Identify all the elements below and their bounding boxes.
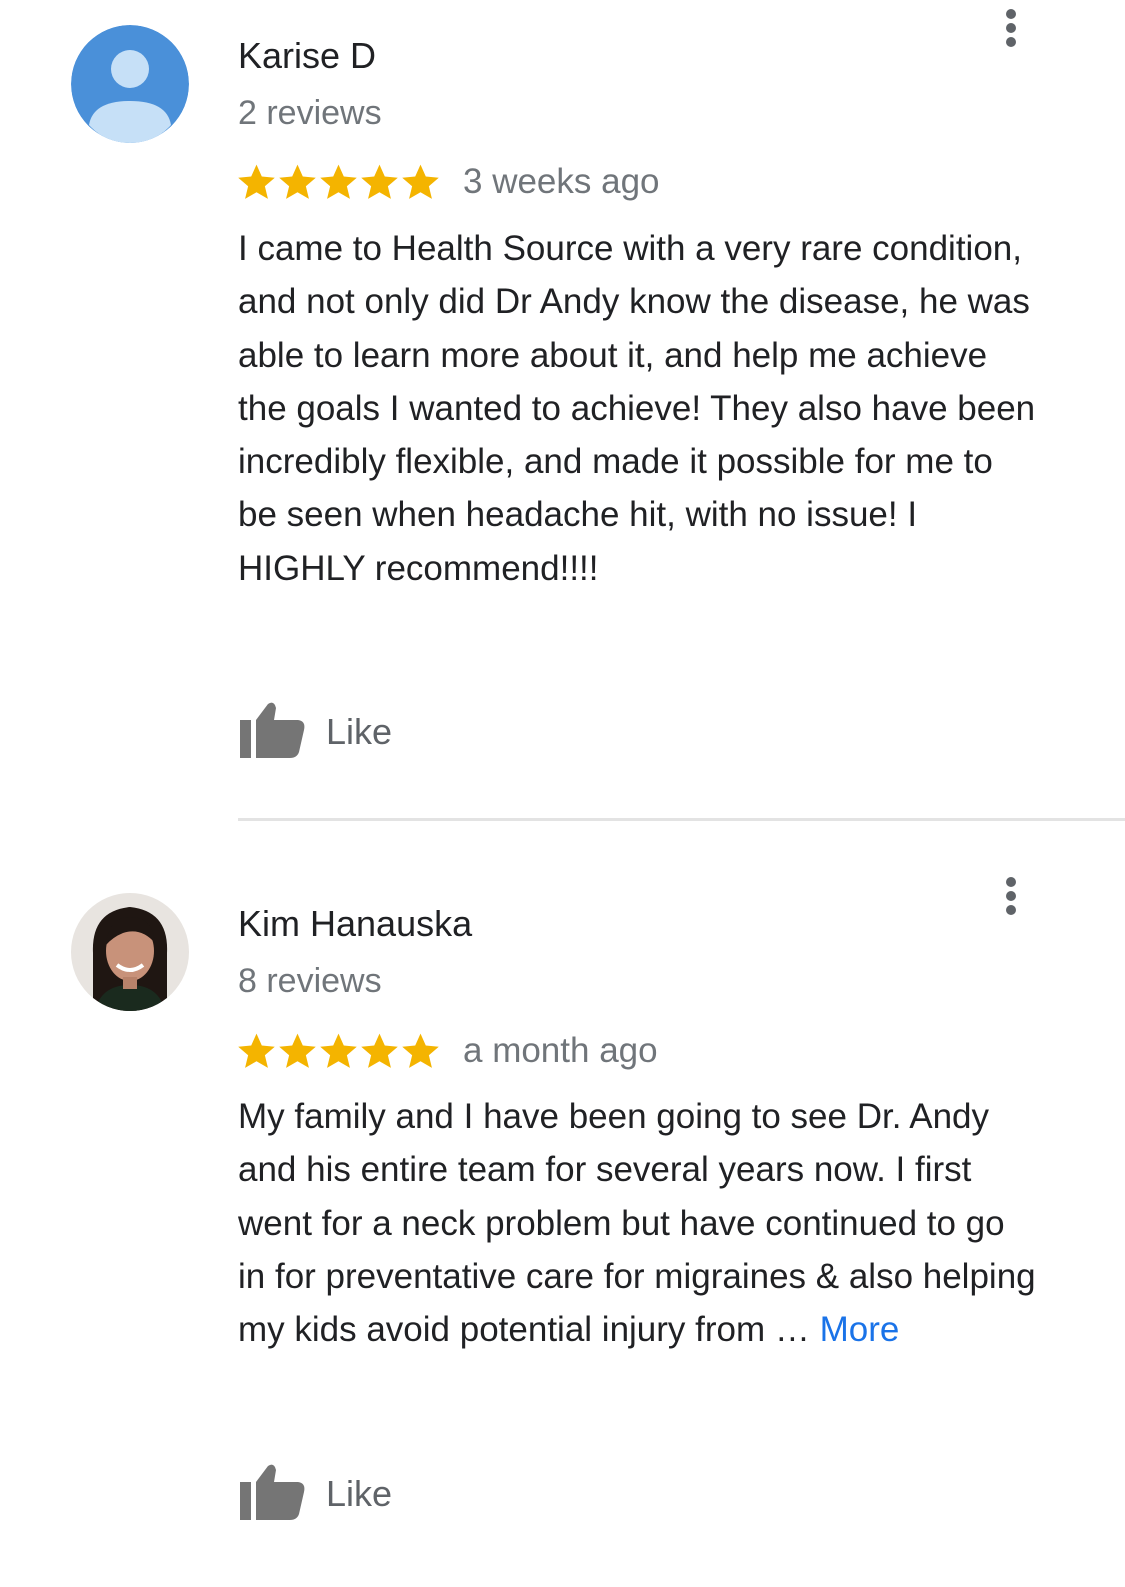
more-options-icon[interactable] [993,873,1029,919]
like-button[interactable]: Like [238,1462,392,1526]
reviewer-avatar[interactable] [71,893,189,1011]
review-text-content: My family and I have been going to see D… [238,1097,1036,1350]
review-text-content: I came to Health Source with a very rare… [238,229,1036,588]
star-icon [320,164,357,199]
review-divider [238,818,1125,821]
star-icon [238,164,275,199]
more-link[interactable]: More [820,1310,900,1349]
more-options-icon[interactable] [993,5,1029,51]
reviewer-review-count: 2 reviews [238,94,382,132]
like-label: Like [326,1473,393,1514]
star-icon [361,1033,398,1068]
review-date: 3 weeks ago [463,162,660,201]
star-rating [236,1031,441,1072]
rating-row: 3 weeks ago [236,157,660,207]
reviewer-name[interactable]: Karise D [238,34,376,78]
reviewer-name[interactable]: Kim Hanauska [238,902,472,946]
reviewer-avatar[interactable] [71,25,189,143]
star-icon [361,164,398,199]
review-date: a month ago [463,1031,658,1070]
reviewer-review-count: 8 reviews [238,962,382,1000]
thumbs-up-icon [240,702,305,758]
thumbs-up-icon [240,1464,305,1520]
star-icon [238,1033,275,1068]
default-person-icon [71,25,189,143]
rating-row: a month ago [236,1026,658,1076]
star-icon [402,164,439,199]
star-icon [279,164,316,199]
like-label: Like [326,711,393,752]
like-button[interactable]: Like [238,700,392,764]
review-text: I came to Health Source with a very rare… [238,222,1038,595]
profile-photo [71,893,189,1011]
star-icon [279,1033,316,1068]
review-text: My family and I have been going to see D… [238,1090,1038,1356]
star-icon [320,1033,357,1068]
star-icon [402,1033,439,1068]
star-rating [236,162,441,203]
